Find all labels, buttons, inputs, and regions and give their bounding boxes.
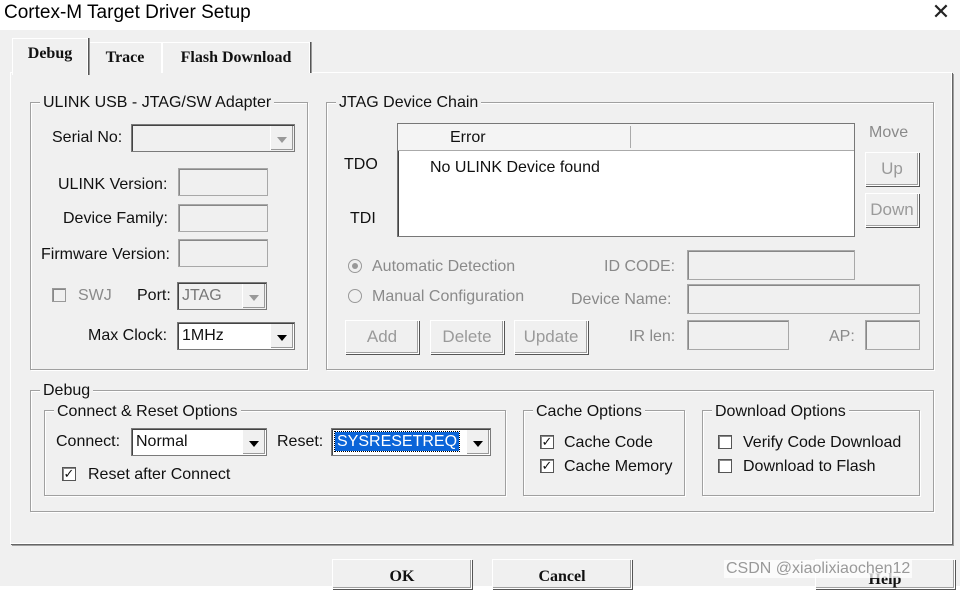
watermark: CSDN @xiaolixiaochen12 bbox=[724, 560, 913, 578]
tab-trace[interactable]: Trace bbox=[88, 42, 162, 73]
firmware-version-field bbox=[178, 239, 268, 267]
cache-options-group-title: Cache Options bbox=[533, 403, 645, 421]
download-to-flash-checkbox[interactable] bbox=[718, 459, 732, 473]
delete-button[interactable]: Delete bbox=[430, 320, 504, 354]
move-down-button[interactable]: Down bbox=[865, 193, 919, 227]
device-chain-list[interactable]: Error No ULINK Device found bbox=[397, 123, 855, 237]
reset-label: Reset: bbox=[277, 433, 324, 450]
ap-field bbox=[865, 320, 920, 350]
tab-flash-download[interactable]: Flash Download bbox=[162, 42, 310, 73]
cache-memory-label: Cache Memory bbox=[564, 458, 673, 475]
manual-configuration-label: Manual Configuration bbox=[372, 288, 525, 305]
download-to-flash-label: Download to Flash bbox=[743, 458, 876, 475]
download-options-group-title: Download Options bbox=[712, 403, 849, 421]
ir-len-field bbox=[687, 320, 789, 350]
ok-button[interactable]: OK bbox=[332, 559, 472, 589]
list-item: No ULINK Device found bbox=[430, 159, 600, 176]
id-code-field bbox=[687, 250, 855, 280]
reset-value: SYSRESETREQ bbox=[333, 431, 461, 452]
cache-code-label: Cache Code bbox=[564, 434, 653, 451]
max-clock-combo[interactable]: 1MHz bbox=[177, 322, 295, 350]
update-button[interactable]: Update bbox=[514, 320, 588, 354]
serial-no-combo[interactable] bbox=[131, 124, 295, 152]
connect-label: Connect: bbox=[56, 433, 121, 450]
cancel-button[interactable]: Cancel bbox=[492, 559, 632, 589]
chevron-down-icon bbox=[270, 126, 293, 150]
port-label: Port: bbox=[137, 287, 171, 304]
device-family-field bbox=[178, 204, 268, 232]
serial-no-label: Serial No: bbox=[52, 129, 123, 146]
verify-code-download-checkbox[interactable] bbox=[718, 435, 732, 449]
chevron-down-icon bbox=[466, 430, 489, 454]
download-options-group bbox=[702, 410, 920, 496]
ulink-version-field bbox=[178, 168, 268, 196]
error-column-header[interactable]: Error bbox=[450, 128, 486, 148]
connect-value: Normal bbox=[136, 433, 188, 450]
automatic-detection-label: Automatic Detection bbox=[372, 258, 516, 275]
max-clock-label: Max Clock: bbox=[88, 327, 168, 344]
id-code-label: ID CODE: bbox=[604, 258, 676, 275]
column-divider bbox=[630, 126, 631, 148]
device-family-label: Device Family: bbox=[63, 210, 168, 227]
window-title: Cortex-M Target Driver Setup bbox=[4, 2, 251, 23]
reset-combo[interactable]: SYSRESETREQ bbox=[331, 428, 491, 456]
chevron-down-icon bbox=[242, 430, 265, 454]
device-name-field bbox=[687, 284, 920, 314]
cache-options-group bbox=[523, 410, 685, 496]
move-label: Move bbox=[869, 124, 909, 141]
ir-len-label: IR len: bbox=[629, 328, 676, 345]
device-name-label: Device Name: bbox=[571, 291, 672, 308]
add-button[interactable]: Add bbox=[345, 320, 419, 354]
connect-combo[interactable]: Normal bbox=[131, 428, 267, 456]
close-icon[interactable]: ✕ bbox=[928, 0, 954, 26]
chevron-down-icon bbox=[270, 324, 293, 348]
reset-after-connect-label: Reset after Connect bbox=[88, 466, 231, 483]
tdo-label: TDO bbox=[344, 156, 378, 173]
max-clock-value: 1MHz bbox=[182, 327, 224, 344]
swj-label: SWJ bbox=[78, 287, 112, 304]
firmware-version-label: Firmware Version: bbox=[41, 246, 170, 263]
port-combo[interactable]: JTAG bbox=[177, 282, 267, 310]
swj-checkbox[interactable] bbox=[52, 288, 66, 302]
tdi-label: TDI bbox=[350, 210, 376, 227]
ulink-group-title: ULINK USB - JTAG/SW Adapter bbox=[40, 94, 275, 112]
chevron-down-icon bbox=[242, 284, 265, 308]
ap-label: AP: bbox=[829, 328, 855, 345]
verify-code-download-label: Verify Code Download bbox=[743, 434, 902, 451]
move-up-button[interactable]: Up bbox=[865, 152, 919, 186]
automatic-detection-radio[interactable] bbox=[348, 259, 362, 273]
cache-memory-checkbox[interactable]: ✓ bbox=[540, 459, 554, 473]
cache-code-checkbox[interactable]: ✓ bbox=[540, 435, 554, 449]
ulink-version-label: ULINK Version: bbox=[58, 176, 168, 193]
debug-group-title: Debug bbox=[40, 382, 94, 400]
tab-debug[interactable]: Debug bbox=[12, 38, 88, 75]
manual-configuration-radio[interactable] bbox=[348, 289, 362, 303]
port-value: JTAG bbox=[182, 287, 222, 304]
jtag-group-title: JTAG Device Chain bbox=[336, 94, 482, 112]
reset-after-connect-checkbox[interactable]: ✓ bbox=[62, 467, 76, 481]
connect-reset-group-title: Connect & Reset Options bbox=[54, 403, 241, 421]
